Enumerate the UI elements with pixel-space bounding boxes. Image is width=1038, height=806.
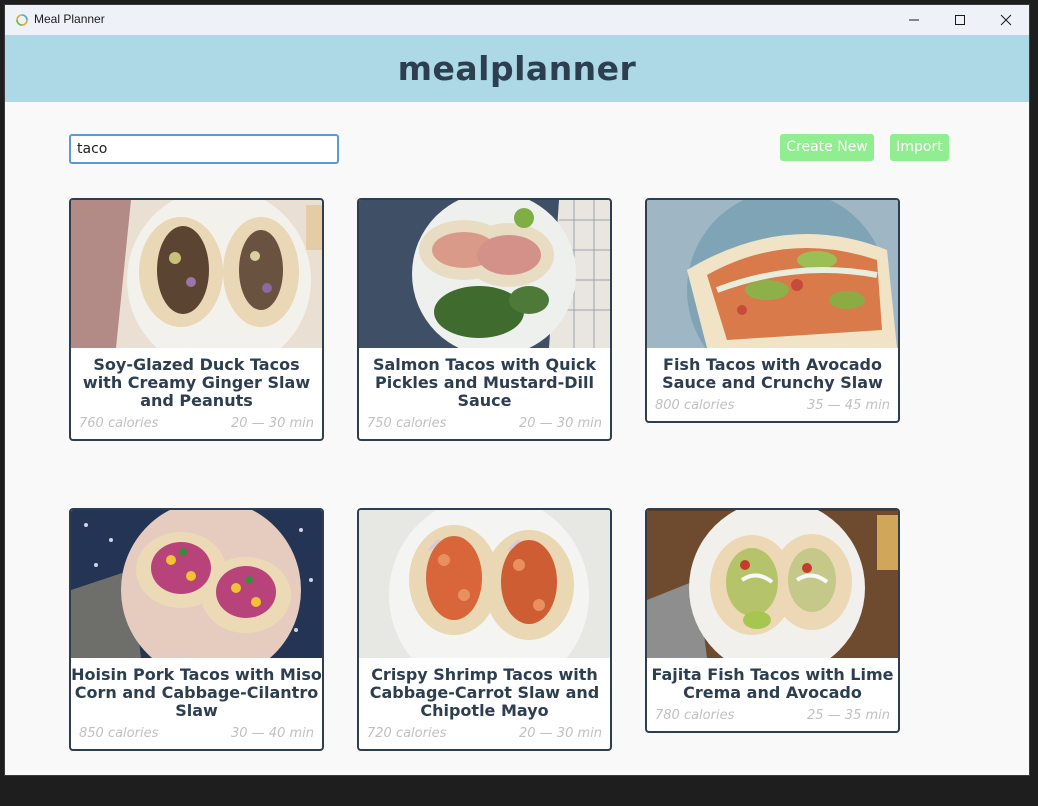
recipe-photo <box>647 510 898 658</box>
recipe-card[interactable]: Hoisin Pork Tacos with Miso Corn and Cab… <box>69 508 324 751</box>
recipe-time: 20 — 30 min <box>519 416 602 431</box>
recipe-calories: 850 calories <box>79 726 159 741</box>
recipe-time: 25 — 35 min <box>807 708 890 723</box>
recipe-time: 20 — 30 min <box>231 416 314 431</box>
recipe-meta: 780 calories 25 — 35 min <box>647 702 898 731</box>
recipe-name: Salmon Tacos with Quick Pickles and Must… <box>372 355 597 410</box>
recipe-time: 20 — 30 min <box>519 726 602 741</box>
recipe-card[interactable]: Salmon Tacos with Quick Pickles and Must… <box>357 198 612 441</box>
recipe-meta: 750 calories 20 — 30 min <box>359 410 610 439</box>
import-button[interactable]: Import <box>890 134 949 161</box>
maximize-icon <box>955 15 965 25</box>
recipe-card[interactable]: Crispy Shrimp Tacos with Cabbage-Carrot … <box>357 508 612 751</box>
close-icon <box>1000 14 1012 26</box>
recipe-calories: 780 calories <box>655 708 735 723</box>
recipe-card[interactable]: Fajita Fish Tacos with Lime Crema and Av… <box>645 508 900 733</box>
brand-title: mealplanner <box>397 49 637 88</box>
recipe-calories: 750 calories <box>367 416 447 431</box>
recipe-meta: 800 calories 35 — 45 min <box>647 392 898 421</box>
recipe-name: Fajita Fish Tacos with Lime Crema and Av… <box>651 665 894 702</box>
recipe-meta: 720 calories 20 — 30 min <box>359 720 610 749</box>
recipe-photo <box>359 510 610 658</box>
recipe-photo <box>647 200 898 348</box>
recipe-name: Crispy Shrimp Tacos with Cabbage-Carrot … <box>369 665 600 720</box>
app-header: mealplanner <box>5 35 1029 102</box>
window-title: Meal Planner <box>34 12 105 26</box>
recipe-calories: 720 calories <box>367 726 447 741</box>
search-input[interactable] <box>69 134 339 164</box>
recipe-name: Hoisin Pork Tacos with Miso Corn and Cab… <box>71 665 322 720</box>
recipe-card[interactable]: Fish Tacos with Avocado Sauce and Crunch… <box>645 198 900 423</box>
maximize-button[interactable] <box>937 5 983 35</box>
close-button[interactable] <box>983 5 1029 35</box>
background-strip <box>0 796 1038 806</box>
create-new-button[interactable]: Create New <box>780 134 874 161</box>
recipe-photo <box>71 200 322 348</box>
recipe-meta: 760 calories 20 — 30 min <box>71 410 322 439</box>
minimize-button[interactable] <box>891 5 937 35</box>
recipe-name: Fish Tacos with Avocado Sauce and Crunch… <box>662 355 883 392</box>
recipe-card[interactable]: Soy-Glazed Duck Tacos with Creamy Ginger… <box>69 198 324 441</box>
recipe-photo <box>359 200 610 348</box>
recipe-time: 30 — 40 min <box>231 726 314 741</box>
recipe-name: Soy-Glazed Duck Tacos with Creamy Ginger… <box>82 355 311 410</box>
recipe-calories: 800 calories <box>655 398 735 413</box>
window-controls <box>891 5 1029 35</box>
minimize-icon <box>909 19 919 21</box>
recipe-calories: 760 calories <box>79 416 159 431</box>
recipe-meta: 850 calories 30 — 40 min <box>71 720 322 749</box>
app-window: Meal Planner mealplanner Create New Impo… <box>5 5 1029 775</box>
app-icon <box>16 14 28 26</box>
title-bar[interactable]: Meal Planner <box>5 5 1029 35</box>
recipe-time: 35 — 45 min <box>807 398 890 413</box>
recipe-photo <box>71 510 322 658</box>
